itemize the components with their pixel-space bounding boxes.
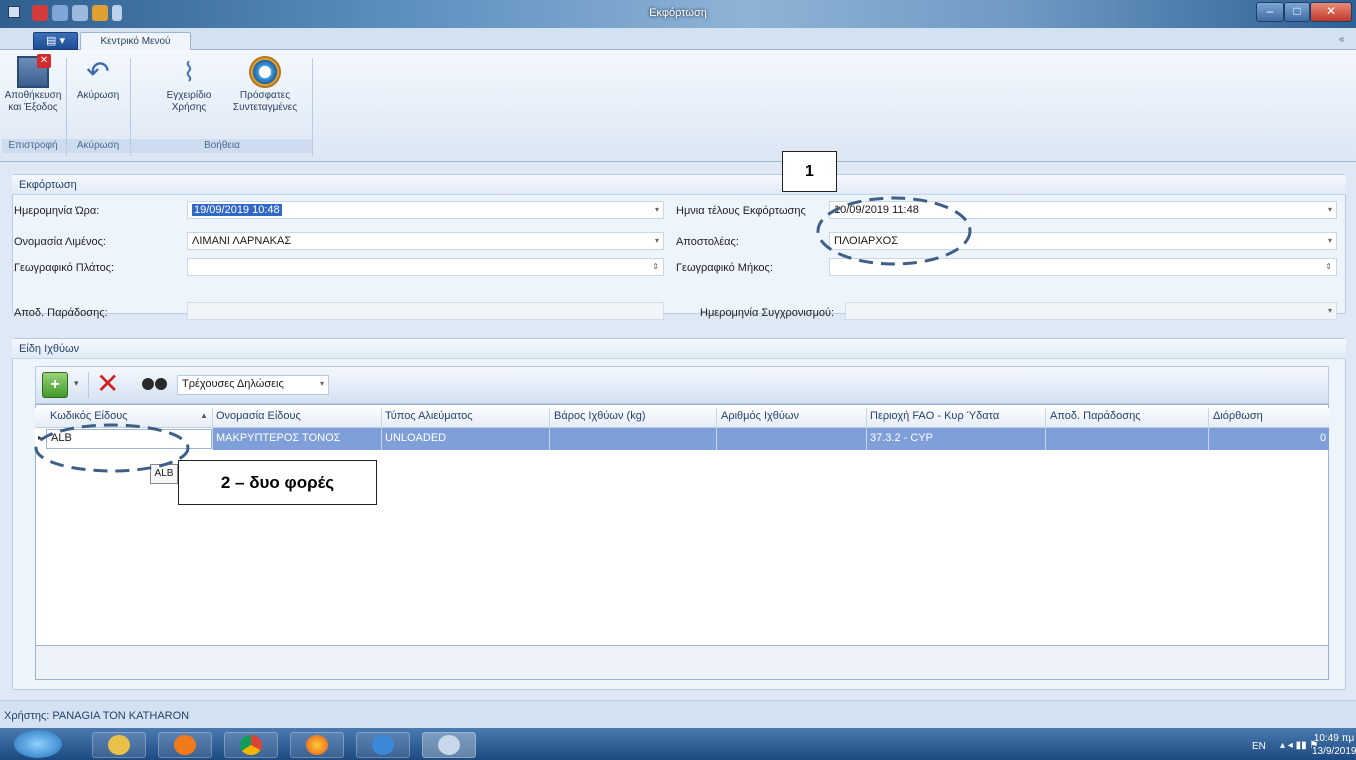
callout-label-2: 2 – δυο φορές (178, 460, 377, 505)
language-indicator[interactable]: EN (1252, 741, 1266, 752)
callout-ellipse-1 (816, 196, 972, 266)
app-taskbar-icon[interactable] (356, 732, 410, 758)
explorer-taskbar-icon[interactable] (92, 732, 146, 758)
status-bar: Χρήστης: PANAGIA TON KATHARON (0, 700, 1356, 728)
start-button[interactable] (14, 730, 62, 758)
clock-date[interactable]: 13/9/2019 (1312, 746, 1356, 757)
clock-time[interactable]: 10:49 πμ (1312, 733, 1356, 744)
fishing-app-taskbar-icon[interactable] (422, 732, 476, 758)
firefox-taskbar-icon[interactable] (290, 732, 344, 758)
annotation-overlay (34, 196, 972, 473)
callout-label-1: 1 (782, 151, 837, 192)
media-taskbar-icon[interactable] (158, 732, 212, 758)
callout-ellipse-2 (34, 423, 190, 473)
chrome-taskbar-icon[interactable] (224, 732, 278, 758)
